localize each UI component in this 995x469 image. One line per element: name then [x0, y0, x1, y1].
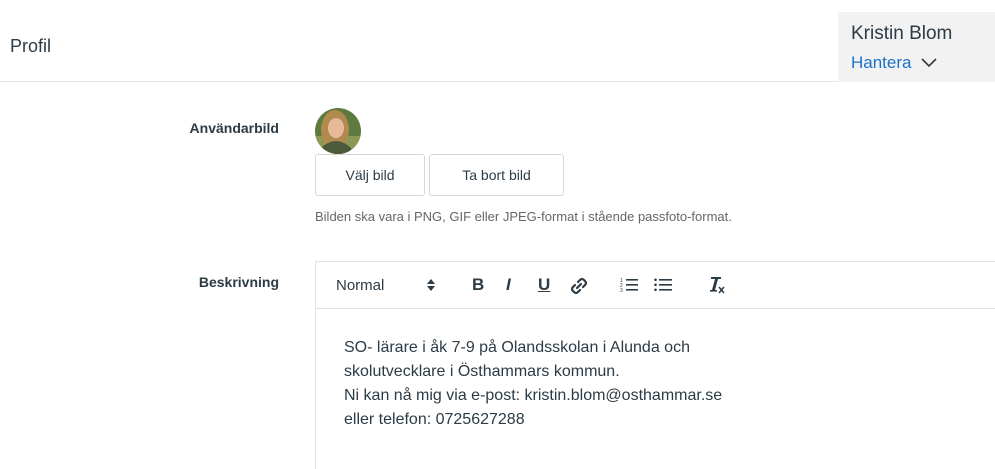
avatar-photo — [315, 108, 361, 154]
user-menu[interactable]: Kristin Blom Hantera — [838, 12, 995, 82]
description-editor[interactable]: Normal B I U 1 2 3 SO- lärare i åk 7-9 p… — [315, 261, 995, 469]
manage-dropdown[interactable]: Hantera — [851, 53, 938, 73]
select-arrows-icon[interactable] — [426, 277, 436, 293]
user-name: Kristin Blom — [851, 23, 953, 44]
choose-image-button[interactable]: Välj bild — [315, 154, 425, 196]
bullet-list-icon[interactable] — [654, 277, 672, 293]
description-label: Beskrivning — [198, 274, 279, 290]
description-line: SO- lärare i åk 7-9 på Olandsskolan i Al… — [344, 339, 690, 356]
chevron-down-icon — [921, 58, 938, 68]
description-line: skolutvecklare i Östhammars kommun. — [344, 363, 620, 380]
clear-formatting-icon[interactable] — [708, 276, 726, 294]
ordered-list-icon[interactable]: 1 2 3 — [620, 277, 638, 293]
page-header: Profil Kristin Blom Hantera — [0, 0, 995, 82]
editor-toolbar: Normal B I U 1 2 3 — [316, 262, 995, 309]
underline-button[interactable]: U — [538, 275, 550, 295]
svg-text:3: 3 — [620, 288, 623, 293]
italic-button[interactable]: I — [506, 275, 511, 295]
format-select[interactable]: Normal — [336, 277, 384, 294]
avatar — [315, 108, 361, 154]
avatar-label: Användarbild — [189, 120, 279, 136]
bold-button[interactable]: B — [472, 275, 484, 295]
description-text[interactable]: SO- lärare i åk 7-9 på Olandsskolan i Al… — [344, 336, 722, 432]
page-title: Profil — [10, 36, 52, 56]
image-format-hint: Bilden ska vara i PNG, GIF eller JPEG-fo… — [315, 209, 732, 224]
description-line: eller telefon: 0725627288 — [344, 411, 525, 428]
remove-image-button[interactable]: Ta bort bild — [429, 154, 564, 196]
description-line: Ni kan nå mig via e-post: kristin.blom@o… — [344, 387, 723, 404]
link-icon[interactable] — [570, 277, 588, 295]
manage-label: Hantera — [851, 53, 912, 72]
